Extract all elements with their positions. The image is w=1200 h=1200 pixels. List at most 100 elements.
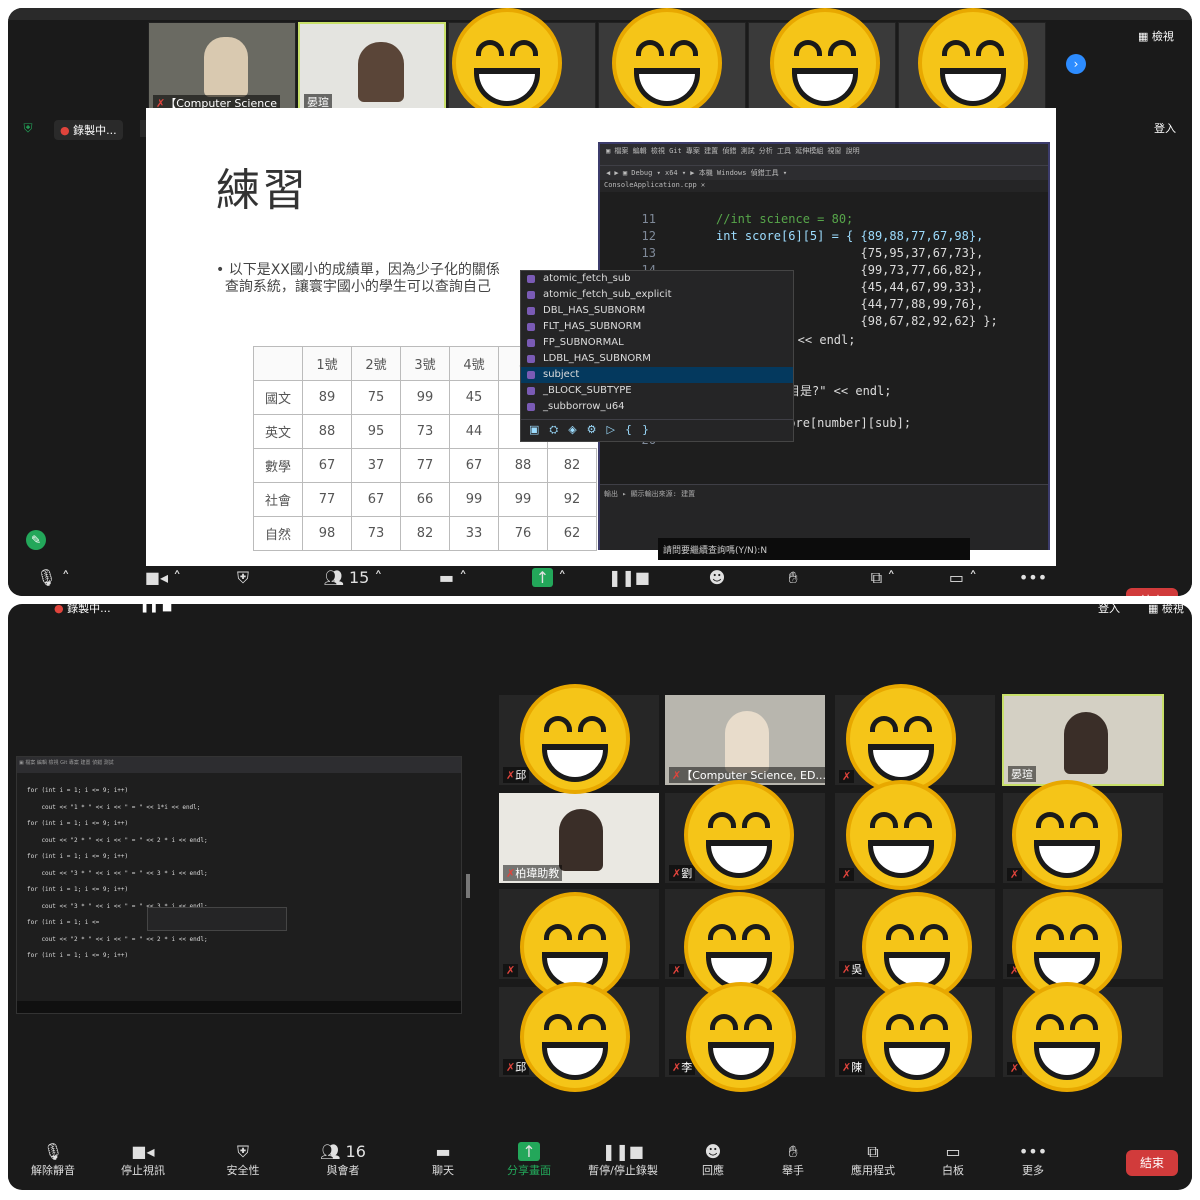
shield-icon: ⛨ xyxy=(236,1142,249,1161)
control-button[interactable]: ■◂ 停止視訊 xyxy=(98,1142,188,1177)
participants-button[interactable]: 👥︎ 15 ˄ xyxy=(308,568,398,588)
participant-video xyxy=(559,809,603,871)
control-button[interactable]: ⧉ 應用程式 xyxy=(828,1142,918,1177)
control-button[interactable]: ▭ 白板 xyxy=(908,1142,998,1177)
autocomplete-item[interactable]: _subborrow_u64 xyxy=(521,399,793,415)
annotate-pen-icon[interactable]: ✎ xyxy=(26,530,46,550)
smiley-overlay xyxy=(452,8,562,118)
apps-button[interactable]: ⧉ ˄ xyxy=(838,568,928,588)
subject-cell: 英文 xyxy=(253,414,303,449)
end-meeting-button[interactable]: 結束 xyxy=(1126,588,1178,596)
table-header-cell xyxy=(253,346,303,381)
score-cell: 98 xyxy=(302,516,352,551)
autocomplete-item[interactable]: DBL_HAS_SUBNORM xyxy=(521,303,793,319)
control-label: 分享畫面 xyxy=(507,1164,551,1177)
participant-thumb-2[interactable]: 晏瑄 xyxy=(298,22,446,114)
shared-screen[interactable]: ▣ 檔案 編輯 檢視 Git 專案 建置 偵錯 測試 for (int i = … xyxy=(16,756,462,1014)
score-cell: 67 xyxy=(302,448,352,483)
control-label: 應用程式 xyxy=(851,1164,895,1177)
score-cell: 33 xyxy=(449,516,499,551)
mic-muted-icon: ✗ xyxy=(1010,868,1020,881)
autocomplete-item[interactable]: atomic_fetch_sub xyxy=(521,271,793,287)
video-button[interactable]: ■◂ ˄ xyxy=(118,568,208,588)
autocomplete-item[interactable]: LDBL_HAS_SUBNORM xyxy=(521,351,793,367)
pause-stop-icons[interactable]: ❚❚ ■ xyxy=(140,604,172,613)
autocomplete-item[interactable]: FLT_HAS_SUBNORM xyxy=(521,319,793,335)
control-button[interactable]: ⛨ 安全性 xyxy=(198,1142,288,1177)
vs-toolbar[interactable]: ◀ ▶ ▣ Debug ▾ x64 ▾ ▶ 本機 Windows 偵錯工具 ▾ xyxy=(600,166,1048,180)
more-button[interactable]: ••• xyxy=(988,568,1078,588)
vs-menubar: ▣ 檔案 編輯 檢視 Git 專案 建置 偵錯 測試 xyxy=(17,757,461,773)
autocomplete-item[interactable]: FP_SUBNORMAL xyxy=(521,335,793,351)
console-output: 請問要繼續查詢嗎(Y/N):N xyxy=(658,538,970,560)
mic-muted-icon: ✗ xyxy=(672,867,682,880)
control-button[interactable]: ☻ 回應 xyxy=(668,1142,758,1177)
share-icon: ↑ xyxy=(484,1142,574,1162)
end-meeting-button[interactable]: 結束 xyxy=(1126,1150,1178,1176)
splitter-handle[interactable] xyxy=(466,874,470,898)
participant-tile[interactable]: ✗【Computer Science, ED... xyxy=(664,694,826,786)
participant-tile[interactable]: 晏瑄 xyxy=(1002,694,1164,786)
autocomplete-item[interactable]: atomic_fetch_sub_explicit xyxy=(521,287,793,303)
smiley-overlay xyxy=(918,8,1028,118)
recording-indicator[interactable]: ● 錄製中... xyxy=(54,604,111,616)
score-cell: 73 xyxy=(351,516,401,551)
participant-thumb-1[interactable]: ✗【Computer Science xyxy=(148,22,296,114)
autocomplete-item[interactable]: _BLOCK_SUBTYPE xyxy=(521,383,793,399)
control-label: 回應 xyxy=(702,1164,724,1177)
control-button[interactable]: 👥︎ 16 與會者 xyxy=(298,1142,388,1177)
score-cell: 45 xyxy=(449,380,499,415)
next-page-icon[interactable]: › xyxy=(1066,54,1086,74)
participant-tile[interactable]: ✗柏瑋助教 xyxy=(498,792,660,884)
video-icon: ■◂ xyxy=(131,1142,155,1161)
mic-muted-icon: ✗ xyxy=(672,964,682,977)
participant-video xyxy=(1064,712,1108,774)
record-dot-icon: ● xyxy=(54,604,64,615)
control-button[interactable]: ❚❚■ 暫停/停止錄製 xyxy=(578,1142,668,1177)
vs-menubar[interactable]: ▣ 檔案 編輯 檢視 Git 專案 建置 偵錯 測試 分析 工具 延伸模組 視窗… xyxy=(600,144,1048,166)
slide-title: 練習 xyxy=(216,165,308,216)
recording-indicator[interactable]: ● 錄製中... xyxy=(54,120,123,140)
view-button[interactable]: ▦ 檢視 xyxy=(1138,28,1174,44)
smiley-overlay xyxy=(1012,780,1122,890)
score-cell: 88 xyxy=(498,448,548,483)
login-button[interactable]: 登入 xyxy=(1098,604,1120,616)
record-dot-icon: ● xyxy=(60,124,70,137)
login-button[interactable]: 登入 xyxy=(1154,120,1176,136)
mic-muted-button[interactable]: 🎙︎ ˄ xyxy=(8,568,98,588)
participant-name: ✗ xyxy=(1007,868,1023,881)
more-icon: ••• xyxy=(1018,1142,1048,1161)
vs-tab-bar[interactable]: ConsoleApplication.cpp ✕ xyxy=(600,180,1048,192)
share-icon: ↑ ˄ xyxy=(504,568,594,588)
control-button[interactable]: 🎙︎ 解除靜音 xyxy=(8,1142,98,1177)
table-row: 數學 67 37 77 67 88 82 xyxy=(253,448,597,483)
control-label: 暫停/停止錄製 xyxy=(588,1164,658,1177)
whiteboard-icon: ▭ xyxy=(945,1142,961,1161)
autocomplete-filter-icons[interactable]: ▣⛭◈⚙▷{} xyxy=(521,419,793,441)
participant-name: ✗柏瑋助教 xyxy=(503,865,563,881)
tooltip-popup xyxy=(147,907,287,931)
control-button[interactable]: ✋︎ 舉手 xyxy=(748,1142,838,1177)
share-screen-button[interactable]: ↑ 分享畫面 xyxy=(484,1142,574,1177)
code-line: //int science = 80; xyxy=(716,212,854,226)
subject-cell: 社會 xyxy=(253,482,303,517)
score-cell: 89 xyxy=(302,380,352,415)
security-button[interactable]: ⛨ xyxy=(198,568,288,588)
chat-button[interactable]: ▬ ˄ xyxy=(408,568,498,588)
control-button[interactable]: ••• 更多 xyxy=(988,1142,1078,1177)
smiley-overlay xyxy=(846,780,956,890)
smiley-overlay xyxy=(770,8,880,118)
participant-name: ✗劉 xyxy=(669,865,696,881)
raise-hand-button[interactable]: ✋︎ xyxy=(748,568,838,588)
line-number: 11 xyxy=(641,212,656,226)
pause-stop-record-button[interactable]: ❚❚■ xyxy=(584,568,674,588)
autocomplete-item[interactable]: subject xyxy=(521,367,793,383)
control-button[interactable]: ▬ 聊天 xyxy=(398,1142,488,1177)
autocomplete-popup[interactable]: atomic_fetch_sub atomic_fetch_sub_explici… xyxy=(520,270,794,442)
reaction-icon: ☻ xyxy=(704,1142,722,1161)
score-cell: 44 xyxy=(449,414,499,449)
subject-cell: 自然 xyxy=(253,516,303,551)
view-button[interactable]: ▦ 檢視 xyxy=(1148,604,1184,616)
share-screen-button[interactable]: ↑ ˄ xyxy=(504,568,594,588)
table-header-cell: 4號 xyxy=(449,346,499,381)
